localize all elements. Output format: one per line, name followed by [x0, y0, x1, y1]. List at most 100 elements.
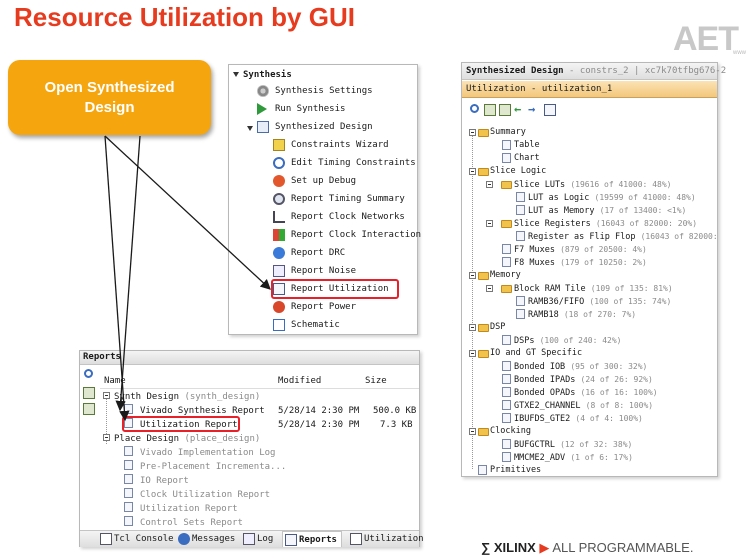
nav-report-noise[interactable]: Report Noise: [273, 263, 356, 279]
expand-synthesized-icon[interactable]: [247, 126, 253, 131]
report-file-icon: [516, 231, 525, 241]
tree-lut-as-memory[interactable]: LUT as Memory (17 of 13400: <1%): [516, 204, 686, 217]
nav-run-synthesis[interactable]: Run Synthesis: [257, 101, 345, 117]
tree-f8-muxes[interactable]: F8 Muxes (179 of 10250: 2%): [502, 256, 647, 269]
report-file-icon: [124, 474, 133, 484]
expand-all-icon[interactable]: [499, 104, 511, 116]
slice-logic-toggle[interactable]: [469, 168, 476, 175]
memory-toggle[interactable]: [469, 272, 476, 279]
tree-slice-registers[interactable]: Slice Registers (16043 of 82000: 20%): [501, 217, 697, 230]
place-design-toggle[interactable]: [103, 434, 110, 441]
forward-arrow-icon[interactable]: →: [528, 101, 535, 117]
column-name[interactable]: Name: [104, 373, 126, 389]
tab-reports[interactable]: Reports: [282, 531, 342, 547]
io-gt-toggle[interactable]: [469, 350, 476, 357]
tree-bufgctrl[interactable]: BUFGCTRL (12 of 32: 38%): [502, 438, 632, 451]
console-icon: [100, 533, 112, 545]
synthesis-header[interactable]: Synthesis: [243, 67, 292, 83]
tree-dsp[interactable]: DSP: [478, 321, 505, 334]
collapse-all-icon[interactable]: [83, 387, 95, 399]
column-modified[interactable]: Modified: [278, 373, 321, 389]
clocking-toggle[interactable]: [469, 428, 476, 435]
utilization-tab[interactable]: Utilization - utilization_1: [466, 81, 612, 98]
summary-toggle[interactable]: [469, 129, 476, 136]
constraint-set: constrs_2: [579, 66, 629, 76]
nav-edit-timing-constraints[interactable]: Edit Timing Constraints: [273, 155, 416, 171]
tree-slice-luts[interactable]: Slice LUTs (19616 of 41000: 48%): [501, 178, 671, 191]
tab-messages[interactable]: Messages: [176, 531, 235, 547]
footer-tagline: ALL PROGRAMMABLE.: [552, 540, 694, 555]
tree-bonded-opads[interactable]: Bonded OPADs (16 of 16: 100%): [502, 386, 658, 399]
tree-ibufds-gte2[interactable]: IBUFDS_GTE2 (4 of 4: 100%): [502, 412, 643, 425]
tree-block-ram-tile[interactable]: Block RAM Tile (109 of 135: 81%): [501, 282, 673, 295]
part-name: xc7k70tfbg676-2: [644, 66, 727, 76]
footer-chevron-icon: ▶: [539, 540, 553, 555]
tree-f7-muxes[interactable]: F7 Muxes (879 of 20500: 4%): [502, 243, 647, 256]
nav-synthesized-design[interactable]: Synthesized Design: [257, 119, 373, 135]
nav-set-up-debug[interactable]: Set up Debug: [273, 173, 356, 189]
report-file-icon: [502, 361, 511, 371]
tree-clocking[interactable]: Clocking: [478, 425, 531, 438]
nav-constraints-wizard[interactable]: Constraints Wizard: [273, 137, 389, 153]
block-ram-toggle[interactable]: [486, 285, 493, 292]
tree-table[interactable]: Table: [502, 139, 540, 152]
tree-bonded-iob[interactable]: Bonded IOB (95 of 300: 32%): [502, 360, 647, 373]
tree-mmcme2-adv[interactable]: MMCME2_ADV (1 of 6: 17%): [502, 451, 633, 464]
report-file-icon: [124, 516, 133, 526]
report-file-icon: [516, 205, 525, 215]
tree-memory[interactable]: Memory: [478, 269, 521, 282]
tree-gtxe2-channel[interactable]: GTXE2_CHANNEL (8 of 8: 100%): [502, 399, 653, 412]
nav-synthesis-settings[interactable]: Synthesis Settings: [257, 83, 373, 99]
search-icon[interactable]: [84, 369, 93, 378]
tree-ramb18[interactable]: RAMB18 (18 of 270: 7%): [516, 308, 636, 321]
nav-report-timing-summary[interactable]: Report Timing Summary: [273, 191, 405, 207]
tree-summary[interactable]: Summary: [478, 126, 526, 139]
noise-icon: [273, 265, 285, 277]
tree-lut-as-logic[interactable]: LUT as Logic (19599 of 41000: 48%): [516, 191, 696, 204]
tree-chart[interactable]: Chart: [502, 152, 540, 165]
utilization-icon: [350, 533, 362, 545]
utilization-report-highlight: [122, 416, 240, 432]
slice-registers-toggle[interactable]: [486, 220, 493, 227]
nav-schematic[interactable]: Schematic: [273, 317, 340, 333]
tree-primitives[interactable]: Primitives: [478, 464, 541, 477]
tab-tcl-console[interactable]: Tcl Console: [98, 531, 174, 547]
nav-report-drc[interactable]: Report DRC: [273, 245, 345, 261]
tab-utilization[interactable]: Utilization: [348, 531, 424, 547]
report-file-icon: [502, 335, 511, 345]
log-icon: [243, 533, 255, 545]
report-file-icon: [502, 387, 511, 397]
tree-bonded-ipads[interactable]: Bonded IPADs (24 of 26: 92%): [502, 373, 653, 386]
tree-io-and-gt-specific[interactable]: IO and GT Specific: [478, 347, 582, 360]
tab-log[interactable]: Log: [241, 531, 273, 547]
tree-slice-logic[interactable]: Slice Logic: [478, 165, 546, 178]
dsp-toggle[interactable]: [469, 324, 476, 331]
nav-report-clock-interaction[interactable]: Report Clock Interaction: [273, 227, 421, 243]
report-file-icon: [502, 400, 511, 410]
report-row-control-sets[interactable]: Control Sets Report: [124, 515, 243, 531]
collapse-all-icon[interactable]: [484, 104, 496, 116]
report-file-icon: [516, 309, 525, 319]
nav-report-clock-networks[interactable]: Report Clock Networks: [273, 209, 405, 225]
report-file-icon: [124, 446, 133, 456]
nav-report-power[interactable]: Report Power: [273, 299, 356, 315]
slide-title: Resource Utilization by GUI: [14, 2, 355, 32]
callout-text: Open Synthesized Design: [44, 78, 175, 116]
report-file-icon: [502, 452, 511, 462]
tree-dsps[interactable]: DSPs (100 of 240: 42%): [502, 334, 622, 347]
collapse-icon[interactable]: [233, 72, 239, 77]
folder-icon: [478, 350, 489, 358]
tree-register-as-flip-flop[interactable]: Register as Flip Flop (16043 of 82000:: [516, 230, 718, 243]
expand-all-icon[interactable]: [83, 403, 95, 415]
back-arrow-icon[interactable]: ←: [514, 101, 521, 117]
slice-luts-toggle[interactable]: [486, 181, 493, 188]
search-icon[interactable]: [470, 104, 479, 113]
folder-icon: [501, 220, 512, 228]
tree-ramb36-fifo[interactable]: RAMB36/FIFO (100 of 135: 74%): [516, 295, 671, 308]
folder-icon: [478, 324, 489, 332]
reports-title: Reports: [83, 352, 121, 362]
column-size[interactable]: Size: [365, 373, 387, 389]
folder-icon: [478, 168, 489, 176]
export-icon[interactable]: [544, 104, 556, 116]
synth-design-toggle[interactable]: [103, 392, 110, 399]
